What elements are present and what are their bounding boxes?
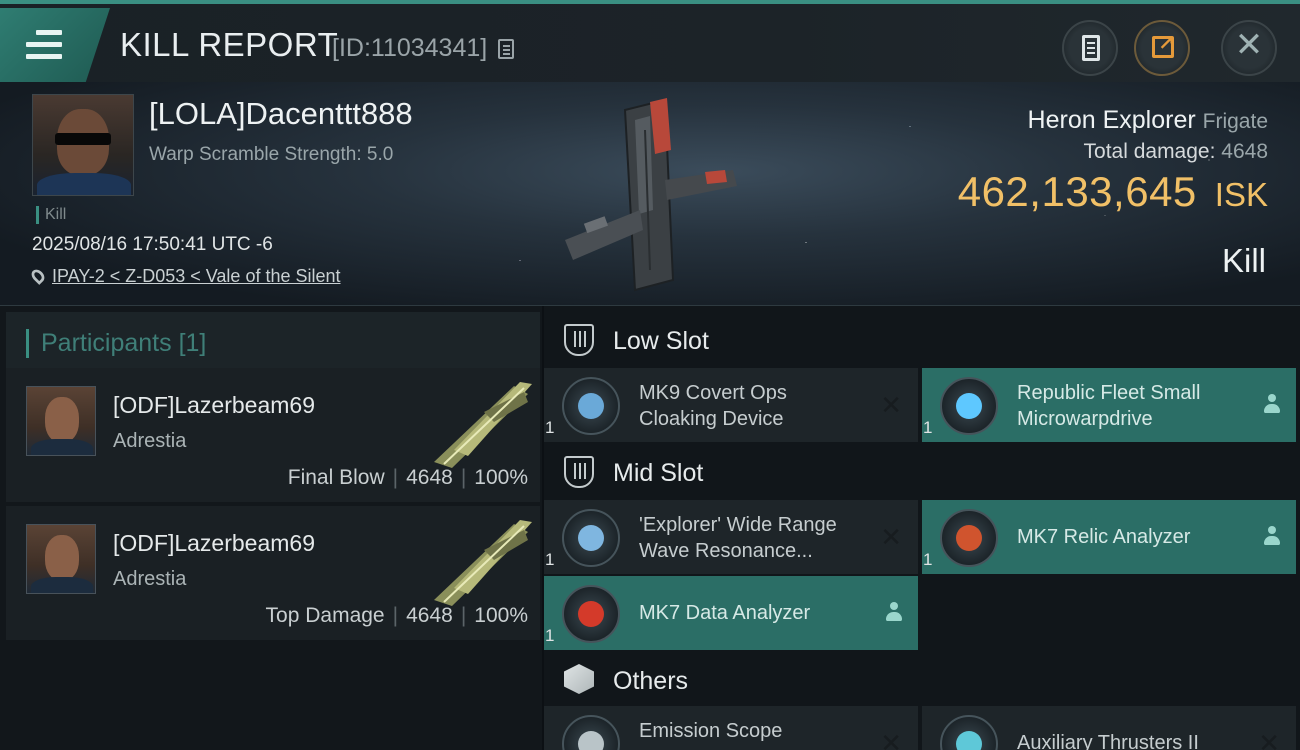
low-slot-header: Low Slot (544, 310, 1300, 370)
scanner-icon (562, 509, 620, 567)
total-damage: Total damage: 4648 (1083, 140, 1268, 163)
module-quantity: 1 (923, 418, 933, 437)
module-quantity: 1 (545, 626, 555, 645)
module-name: MK7 Data Analyzer (639, 602, 811, 624)
low-slot-title: Low Slot (613, 327, 709, 355)
location-pin-icon (29, 267, 47, 285)
clipboard-icon (1082, 35, 1100, 61)
participant-stats: Final Blow | 4648 | 100% (287, 466, 528, 489)
cross-icon: ✕ (880, 522, 902, 552)
participant-avatar[interactable] (26, 524, 96, 594)
participant-name[interactable]: [ODF]Lazerbeam69 (113, 392, 315, 419)
ship-class: Frigate (1202, 110, 1268, 133)
module-item[interactable]: 1 Emission Scope ✕ (544, 706, 918, 750)
emission-scope-icon (562, 715, 620, 750)
participant-stats: Top Damage | 4648 | 100% (265, 604, 528, 627)
kill-timestamp: 2025/08/16 17:50:41 UTC -6 (32, 234, 273, 255)
cross-icon: ✕ (1258, 728, 1280, 750)
participant-row[interactable]: [ODF]Lazerbeam69 Adrestia Final Blow | 464… (6, 368, 540, 502)
fitting-panel: Low Slot 1 MK9 Covert Ops Cloaking Device… (544, 306, 1300, 750)
share-button[interactable] (1134, 20, 1190, 76)
others-header: Others (544, 650, 1300, 710)
mid-slot-title: Mid Slot (613, 459, 704, 487)
module-name: Republic Fleet Small Microwarpdrive (1017, 382, 1201, 430)
hamburger-icon (26, 30, 62, 60)
kill-tag: Kill (36, 206, 66, 224)
outcome-label: Kill (1221, 242, 1266, 279)
low-slot-icon (564, 324, 594, 356)
isk-value: 462,133,645 ISK (957, 168, 1268, 215)
ship-name[interactable]: Heron Explorer Frigate (1028, 106, 1268, 135)
module-item[interactable]: 1 Auxiliary Thrusters II ✕ (922, 706, 1296, 750)
participant-corp: Adrestia (113, 430, 187, 452)
participant-name[interactable]: [ODF]Lazerbeam69 (113, 530, 315, 557)
kill-location[interactable]: IPAY-2 < Z-D053 < Vale of the Silent (29, 266, 341, 287)
participants-title: Participants [1] (26, 329, 206, 358)
page-title: KILL REPORT (120, 26, 339, 63)
cross-icon: ✕ (880, 728, 902, 750)
close-button[interactable]: ✕ (1221, 20, 1277, 76)
victim-summary: [LOLA]Dacenttt888 Warp Scramble Strength… (0, 82, 1300, 306)
copy-icon[interactable] (498, 39, 514, 59)
microwarpdrive-icon (940, 377, 998, 435)
location-link[interactable]: IPAY-2 < Z-D053 < Vale of the Silent (52, 266, 341, 286)
ship-image (565, 98, 737, 292)
mid-slot-icon (564, 456, 594, 488)
participant-ship-icon[interactable] (424, 372, 536, 468)
thruster-icon (940, 715, 998, 750)
participants-panel: Participants [1] [ODF]Lazerbeam69 Adrest… (0, 306, 542, 750)
mid-slot-header: Mid Slot (544, 442, 1300, 502)
top-bar: KILL REPORT [ID:11034341] ✕ (0, 0, 1300, 82)
person-icon (1264, 390, 1280, 421)
participant-ship-icon[interactable] (424, 510, 536, 606)
victim-name[interactable]: [LOLA]Dacenttt888 (149, 96, 413, 132)
cross-icon: ✕ (880, 390, 902, 420)
clipboard-button[interactable] (1062, 20, 1118, 76)
person-icon (886, 598, 902, 629)
module-name: MK7 Relic Analyzer (1017, 526, 1191, 548)
participant-avatar[interactable] (26, 386, 96, 456)
participant-row[interactable]: [ODF]Lazerbeam69 Adrestia Top Damage | 464… (6, 506, 540, 640)
module-item[interactable]: 1 MK9 Covert Ops Cloaking Device ✕ (544, 368, 918, 442)
warp-scramble-strength: Warp Scramble Strength: 5.0 (149, 144, 394, 165)
participants-header: Participants [1] (6, 312, 540, 372)
module-item[interactable]: 1 MK7 Data Analyzer (544, 576, 918, 650)
share-icon (1152, 31, 1175, 58)
module-quantity: 1 (545, 418, 555, 437)
module-name: Auxiliary Thrusters II (1017, 732, 1199, 750)
cargo-box-icon (564, 664, 594, 694)
menu-button[interactable] (0, 8, 110, 82)
report-id: [ID:11034341] (332, 34, 488, 62)
participant-corp: Adrestia (113, 568, 187, 590)
module-name: MK9 Covert Ops Cloaking Device (639, 382, 787, 430)
person-icon (1264, 522, 1280, 553)
others-title: Others (613, 667, 689, 695)
data-analyzer-icon (562, 585, 620, 643)
close-icon: ✕ (1234, 26, 1264, 64)
relic-analyzer-icon (940, 509, 998, 567)
module-item[interactable]: 1 Republic Fleet Small Microwarpdrive (922, 368, 1296, 442)
victim-avatar[interactable] (32, 94, 134, 196)
module-item[interactable]: 1 'Explorer' Wide Range Wave Resonance...… (544, 500, 918, 574)
module-quantity: 1 (545, 550, 555, 569)
module-name: 'Explorer' Wide Range Wave Resonance... (639, 514, 837, 562)
module-name: Emission Scope (639, 720, 783, 742)
module-item[interactable]: 1 MK7 Relic Analyzer (922, 500, 1296, 574)
module-quantity: 1 (923, 550, 933, 569)
cloaking-device-icon (562, 377, 620, 435)
